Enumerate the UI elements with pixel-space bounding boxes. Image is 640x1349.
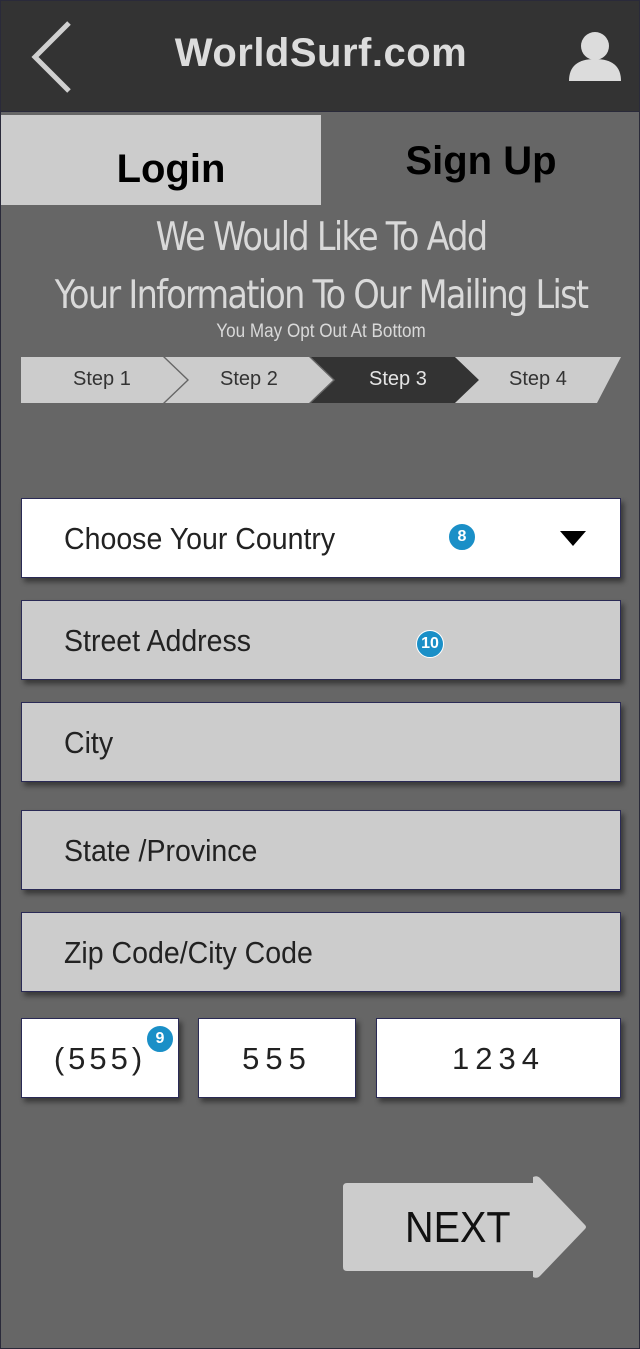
intro-heading-line2: Your Information To Our Mailing List	[54, 273, 589, 318]
phone-prefix-field[interactable]: 555	[198, 1018, 356, 1098]
user-icon[interactable]	[567, 29, 623, 83]
phone-prefix-value: 555	[242, 1041, 312, 1076]
chevron-down-icon	[560, 531, 586, 546]
city-placeholder: City	[64, 725, 114, 760]
country-select[interactable]: Choose Your Country 8	[21, 498, 621, 578]
tab-login-label: Login	[116, 147, 226, 191]
opt-out-note: You May Opt Out At Bottom	[216, 321, 426, 342]
phone-area-code-field[interactable]: (555) 9	[21, 1018, 179, 1098]
city-field[interactable]: City	[21, 702, 621, 782]
state-province-field[interactable]: State /Province	[21, 810, 621, 890]
zip-code-placeholder: Zip Code/City Code	[64, 935, 313, 970]
tab-sign-up-label: Sign Up	[405, 139, 557, 183]
tab-sign-up[interactable]: Sign Up	[321, 115, 639, 205]
top-bar: WorldSurf.com	[1, 1, 639, 112]
app-frame: WorldSurf.com Login Sign Up We Would Lik…	[0, 0, 640, 1349]
app-title: WorldSurf.com	[174, 31, 468, 75]
annotation-badge: 9	[146, 1025, 174, 1053]
street-address-field[interactable]: Street Address 10	[21, 600, 621, 680]
next-button-label: NEXT	[405, 1203, 511, 1252]
tab-login[interactable]: Login	[1, 115, 321, 205]
zip-code-field[interactable]: Zip Code/City Code	[21, 912, 621, 992]
step-3-label: Step 3	[369, 368, 427, 390]
step-4[interactable]: Step 4	[455, 357, 621, 403]
step-progress: Step 1 Step 2 Step 3 Step 4	[21, 357, 621, 403]
street-address-placeholder: Street Address	[64, 623, 252, 658]
phone-line-field[interactable]: 1234	[376, 1018, 621, 1098]
country-select-label: Choose Your Country	[64, 521, 336, 556]
step-2-label: Step 2	[220, 368, 278, 390]
step-1-label: Step 1	[73, 368, 131, 390]
intro-heading-line1: We Would Like To Add	[155, 215, 488, 260]
state-province-placeholder: State /Province	[64, 833, 258, 868]
phone-line-value: 1234	[452, 1041, 545, 1076]
annotation-badge: 8	[448, 523, 476, 551]
step-4-label: Step 4	[509, 368, 567, 390]
next-button[interactable]: NEXT	[341, 1175, 589, 1279]
annotation-badge: 10	[416, 630, 444, 658]
